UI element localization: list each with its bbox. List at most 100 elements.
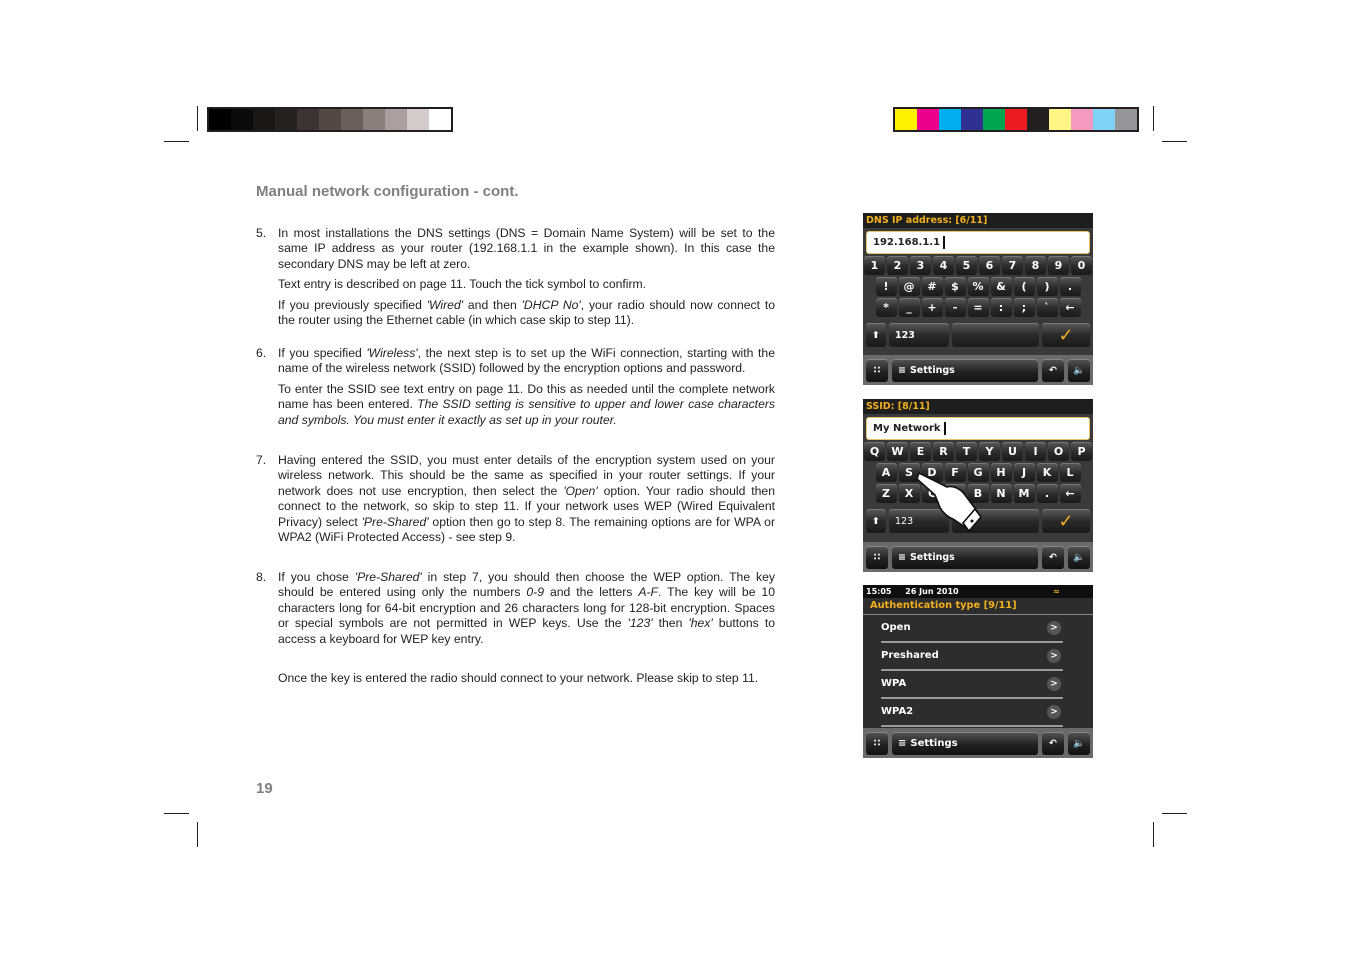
speaker-icon: 🔈 [1073, 551, 1085, 563]
auth-option-preshared[interactable]: Preshared > [881, 643, 1063, 671]
keyboard-key[interactable]: 8 [1025, 256, 1046, 275]
chevron-right-icon: > [1047, 621, 1061, 635]
volume-button[interactable]: 🔈 [1068, 731, 1090, 755]
back-button[interactable]: ↶ [1042, 545, 1064, 569]
back-button[interactable]: ↶ [1042, 731, 1064, 755]
keyboard-key[interactable]: Y [979, 442, 1000, 461]
auth-option-wpa2[interactable]: WPA2 > [881, 699, 1063, 727]
keyboard-key[interactable]: O [1048, 442, 1069, 461]
confirm-tick-key[interactable]: ✓ [1042, 509, 1090, 533]
keyboard-key[interactable]: J [1013, 463, 1035, 482]
space-key[interactable] [952, 323, 1039, 347]
emphasis: '123' [627, 616, 653, 631]
keyboard-key[interactable]: W [887, 442, 908, 461]
home-menu-button[interactable]: ∷ [866, 545, 888, 569]
back-button[interactable]: ↶ [1042, 358, 1064, 382]
keyboard-key[interactable]: Q [864, 442, 885, 461]
keyboard-key[interactable]: % [967, 277, 989, 296]
keyboard-key[interactable]: 3 [910, 256, 931, 275]
backspace-key[interactable]: ← [1059, 298, 1081, 317]
keyboard-key[interactable]: 9 [1048, 256, 1069, 275]
volume-button[interactable]: 🔈 [1068, 358, 1090, 382]
settings-button[interactable]: ≡ Settings [892, 731, 1038, 755]
keyboard-key[interactable]: ` [1036, 298, 1058, 317]
keyboard-key[interactable]: . [1059, 277, 1081, 296]
keyboard-key[interactable]: H [990, 463, 1012, 482]
keyboard-key[interactable]: # [921, 277, 943, 296]
auth-option-wpa[interactable]: WPA > [881, 671, 1063, 699]
paragraph: In most installations the DNS settings (… [278, 226, 775, 271]
keyboard-key[interactable]: E [910, 442, 931, 461]
option-label: Preshared [881, 650, 939, 661]
home-menu-button[interactable]: ∷ [866, 358, 888, 382]
keyboard-bottom-row: ⬆ 123 ✓ [866, 323, 1090, 347]
keyboard-key[interactable]: K [1036, 463, 1058, 482]
keyboard-key[interactable]: U [1002, 442, 1023, 461]
keyboard-key[interactable]: P [1071, 442, 1092, 461]
mode-123-key[interactable]: 123 [889, 323, 949, 347]
keyboard-key[interactable]: . [1036, 484, 1058, 503]
emphasis: 'Pre-Shared' [361, 514, 429, 529]
keyboard-key[interactable]: 7 [1002, 256, 1023, 275]
keyboard-key[interactable]: = [967, 298, 989, 317]
keyboard-key[interactable]: ; [1013, 298, 1035, 317]
keyboard-key[interactable]: 1 [864, 256, 885, 275]
keyboard-key[interactable]: - [944, 298, 966, 317]
dns-entry-screen: DNS IP address: [6/11] 192.168.1.1 12345… [863, 213, 1093, 385]
keyboard-row: QWERTYUIOP [863, 442, 1093, 461]
keyboard-key[interactable]: 6 [979, 256, 1000, 275]
confirm-tick-key[interactable]: ✓ [1042, 323, 1090, 347]
backspace-key[interactable]: ← [1059, 484, 1081, 503]
keyboard-key[interactable]: $ [944, 277, 966, 296]
home-menu-button[interactable]: ∷ [866, 731, 888, 755]
crop-mark [1153, 822, 1154, 847]
emphasis: 'DHCP No' [521, 297, 581, 312]
input-value: 192.168.1.1 [873, 237, 941, 248]
keyboard-key[interactable]: ) [1036, 277, 1058, 296]
keyboard-key[interactable]: 5 [956, 256, 977, 275]
paragraph: If you specified 'Wireless', the next st… [278, 346, 775, 376]
wifi-icon: ≈ [1053, 587, 1060, 596]
keyboard-key[interactable]: ( [1013, 277, 1035, 296]
keyboard-key[interactable]: Z [875, 484, 897, 503]
crop-mark [1162, 141, 1187, 142]
keyboard-key[interactable]: 0 [1071, 256, 1092, 275]
dns-ip-input[interactable]: 192.168.1.1 [866, 231, 1090, 254]
ssid-input[interactable]: My Network [866, 417, 1090, 440]
settings-button[interactable]: ≡ Settings [892, 545, 1038, 569]
keyboard-key[interactable]: : [990, 298, 1012, 317]
paragraph: Text entry is described on page 11. Touc… [278, 277, 647, 292]
keyboard-key[interactable]: L [1059, 463, 1081, 482]
crop-mark [197, 822, 198, 847]
auth-option-open[interactable]: Open > [881, 615, 1063, 643]
settings-button[interactable]: ≡ Settings [892, 358, 1038, 382]
keyboard-key[interactable]: + [921, 298, 943, 317]
keyboard-key[interactable]: I [1025, 442, 1046, 461]
step-8: 8. If you chose 'Pre-Shared' in step 7, y… [256, 570, 775, 647]
keyboard-key[interactable]: 2 [887, 256, 908, 275]
keyboard-key[interactable]: T [956, 442, 977, 461]
step-number: 6. [256, 346, 267, 360]
keyboard-key[interactable]: ! [875, 277, 897, 296]
keyboard-key[interactable]: N [990, 484, 1012, 503]
shift-key[interactable]: ⬆ [866, 509, 886, 533]
nav-bar: ∷ ≡ Settings ↶ 🔈 [863, 355, 1093, 385]
color-swatch [1071, 109, 1093, 130]
volume-button[interactable]: 🔈 [1068, 545, 1090, 569]
keyboard-key[interactable]: M [1013, 484, 1035, 503]
menu-lines-icon: ≡ [898, 551, 906, 563]
keyboard-key[interactable]: * [875, 298, 897, 317]
gray-swatch [253, 109, 275, 130]
closing-paragraph: Once the key is entered the radio should… [256, 671, 775, 686]
keyboard-key[interactable]: R [933, 442, 954, 461]
emphasis: 0-9 [526, 585, 545, 600]
keyboard-key[interactable]: & [990, 277, 1012, 296]
keyboard-key[interactable]: 4 [933, 256, 954, 275]
shift-key[interactable]: ⬆ [866, 323, 886, 347]
keyboard-key[interactable]: A [875, 463, 897, 482]
step-number: 8. [256, 570, 267, 584]
keyboard-key[interactable]: _ [898, 298, 920, 317]
color-swatch [1005, 109, 1027, 130]
keyboard-key[interactable]: @ [898, 277, 920, 296]
gray-swatch [297, 109, 319, 130]
